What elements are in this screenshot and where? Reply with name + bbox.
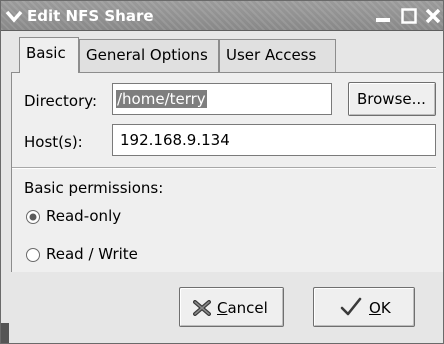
browse-button-label: Browse... — [357, 90, 426, 108]
ok-button[interactable]: OK — [313, 287, 415, 327]
radio-read-write-label[interactable]: Read / Write — [46, 245, 138, 263]
host-label: Host(s): — [24, 133, 83, 151]
radio-read-only-label[interactable]: Read-only — [46, 207, 121, 225]
host-value: 192.168.9.134 — [120, 131, 230, 149]
dialog-window: Edit NFS Share Basic General Options Use… — [0, 0, 444, 344]
radio-read-write[interactable] — [25, 247, 41, 263]
separator — [12, 167, 436, 169]
permissions-heading: Basic permissions: — [24, 179, 164, 197]
checkmark-icon — [340, 297, 362, 316]
tab-general-options[interactable]: General Options — [79, 39, 219, 72]
directory-label: Directory: — [24, 92, 98, 110]
cancel-label: ancel — [227, 299, 268, 317]
title-bar[interactable]: Edit NFS Share — [1, 1, 443, 31]
cancel-mnemonic: C — [217, 299, 228, 317]
ok-label: K — [380, 299, 391, 317]
host-field[interactable]: 192.168.9.134 — [112, 124, 436, 156]
chevron-down-icon[interactable] — [5, 7, 23, 25]
maximize-icon[interactable] — [399, 6, 419, 26]
close-icon[interactable] — [423, 6, 443, 26]
tab-panel-basic: Directory: /home/terry Browse... Host(s)… — [11, 72, 443, 272]
cancel-x-icon — [193, 300, 211, 316]
window-border — [1, 31, 11, 343]
browse-button[interactable]: Browse... — [348, 82, 436, 116]
directory-field[interactable]: /home/terry — [112, 83, 332, 115]
window-border — [1, 323, 9, 343]
tab-user-access[interactable]: User Access — [219, 39, 336, 72]
minimize-icon[interactable] — [373, 6, 393, 26]
radio-read-only[interactable] — [25, 209, 41, 225]
cancel-button[interactable]: Cancel — [179, 287, 284, 327]
tab-basic[interactable]: Basic — [19, 37, 79, 73]
directory-value: /home/terry — [116, 90, 207, 108]
ok-mnemonic: O — [369, 299, 381, 317]
window-title: Edit NFS Share — [27, 7, 154, 25]
